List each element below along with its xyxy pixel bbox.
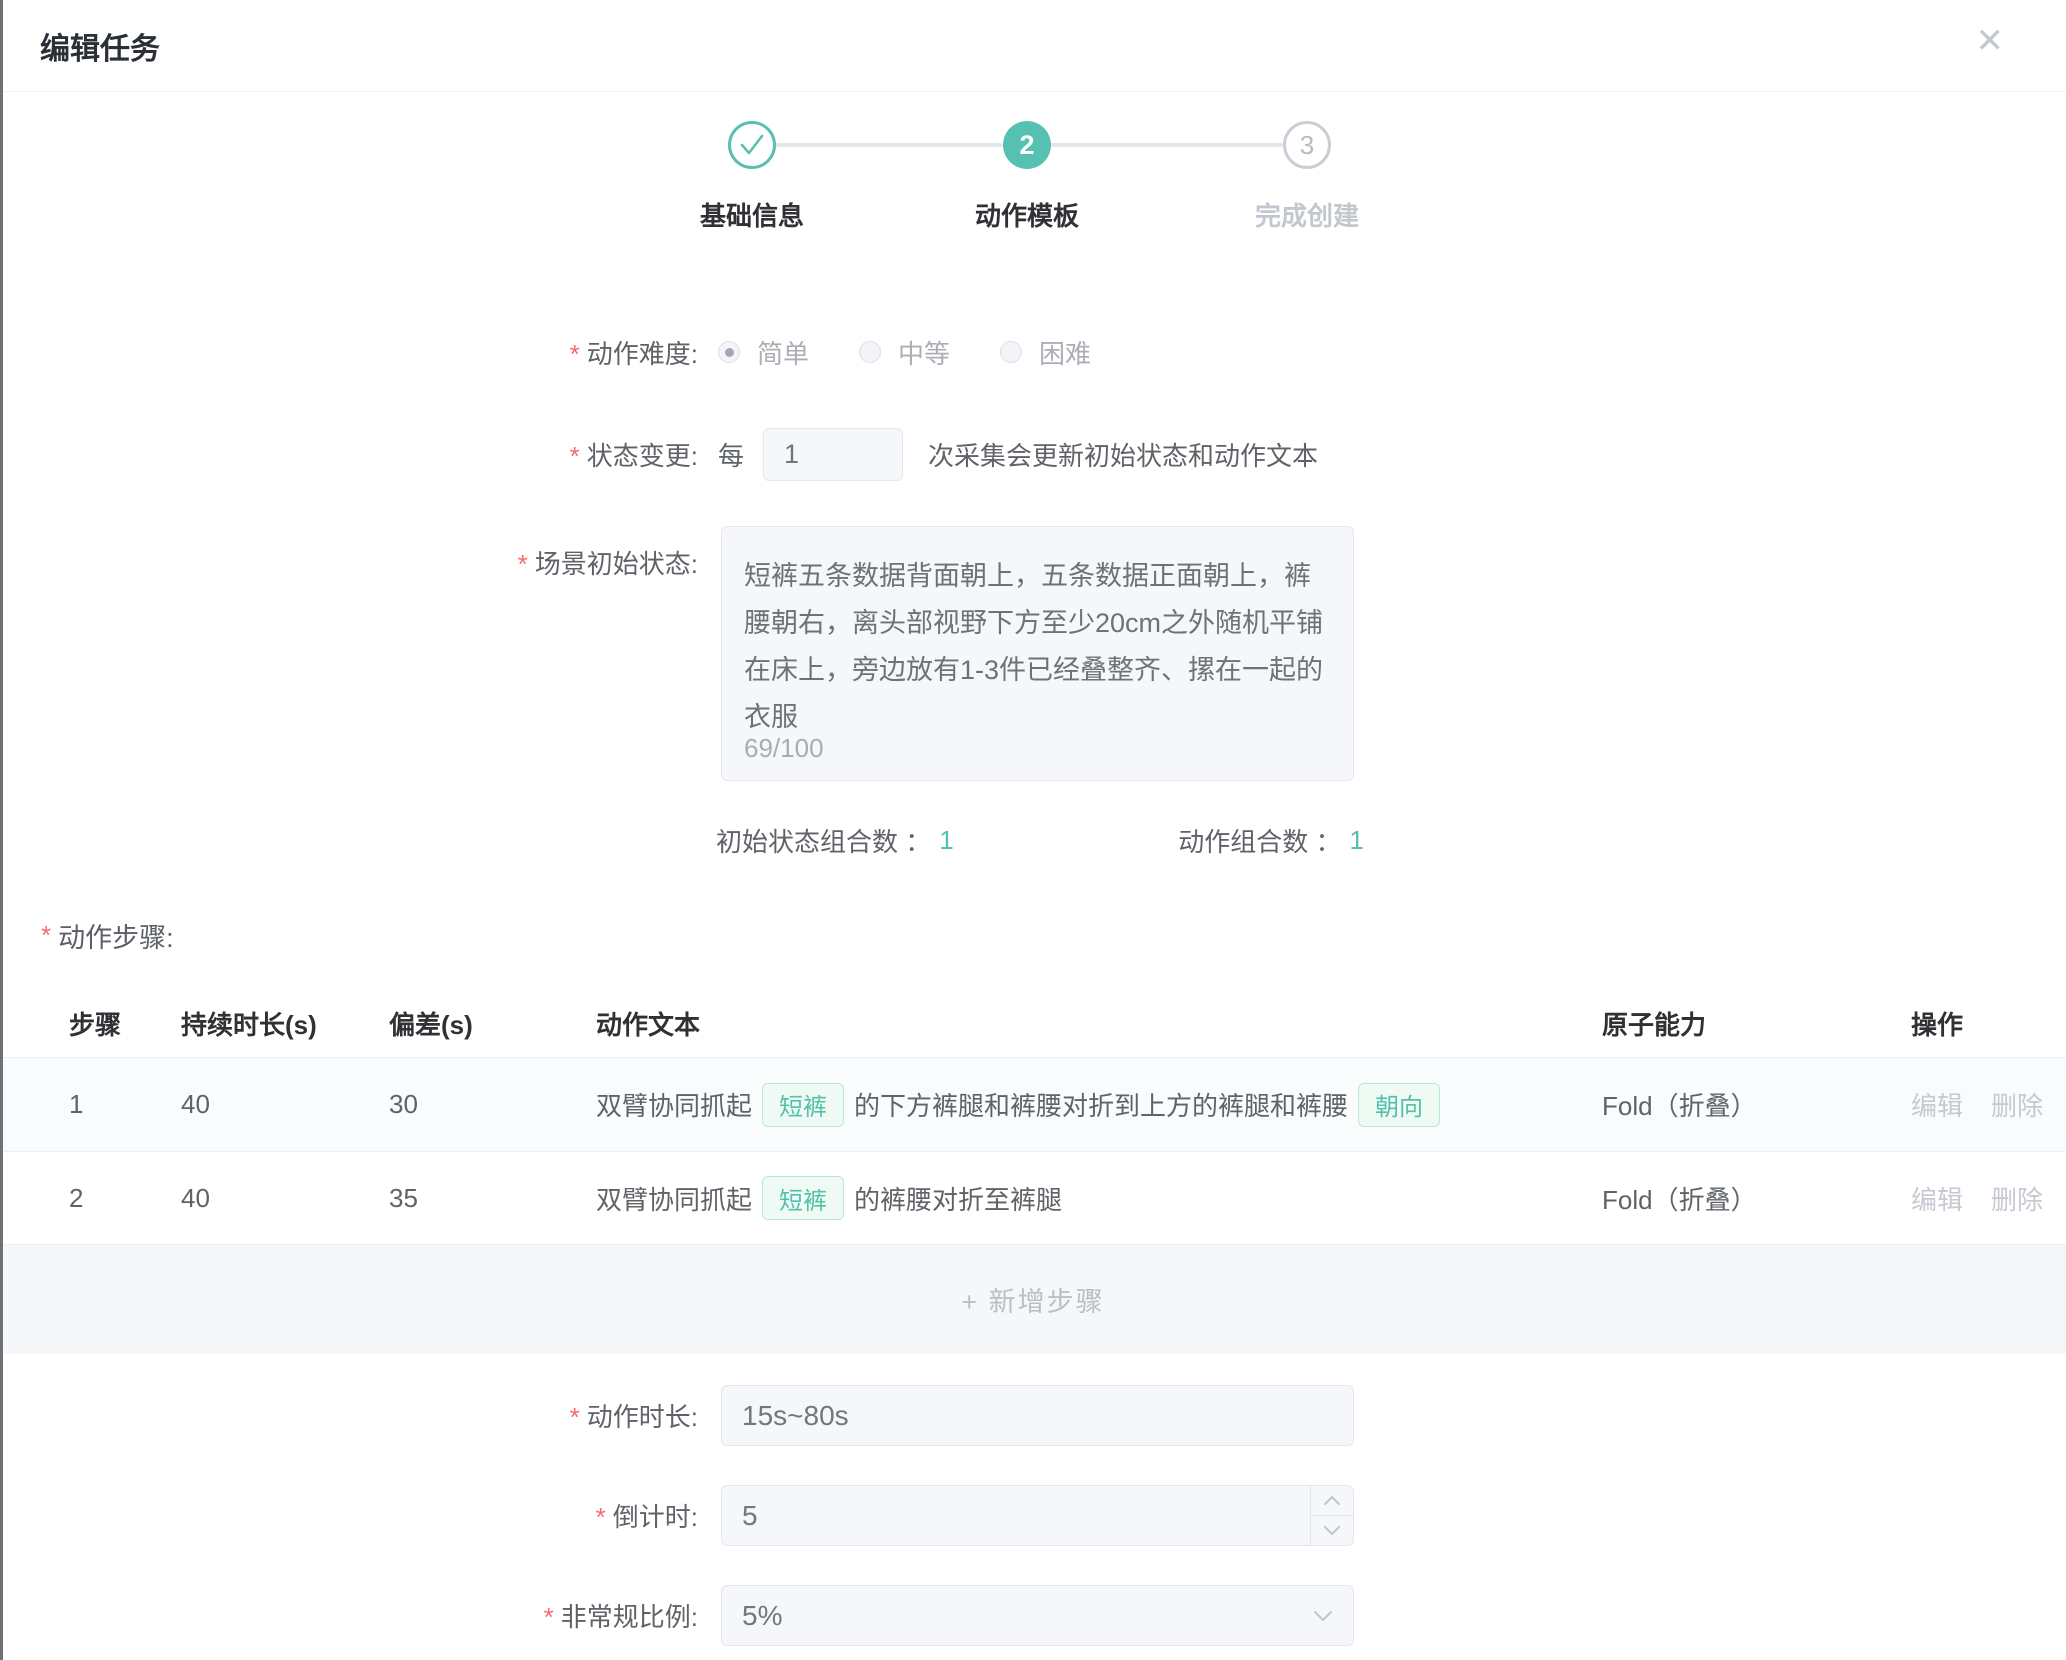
row1-action-text: 双臂协同抓起 短裤 的下方裤腿和裤腰对折到上方的裤腿和裤腰 朝向 [596,1083,1602,1127]
row1-ability: Fold（折叠） [1602,1086,1911,1123]
edit-link[interactable]: 编辑 [1911,1180,1963,1217]
header-text: 动作文本 [596,1005,1602,1042]
action-steps-section-label: *动作步骤: [0,915,2066,955]
object-tag: 短裤 [762,1083,844,1127]
spinner-down-button[interactable] [1311,1516,1353,1545]
required-mark: * [544,1602,554,1632]
chevron-down-icon [1324,1526,1340,1535]
step-connector-2 [1051,143,1283,147]
unusual-ratio-value: 5% [742,1600,782,1632]
required-mark: * [570,441,580,471]
combo-counts-row: 初始状态组合数 ： 1 动作组合数 ： 1 [716,822,1364,858]
initial-state-text: 短裤五条数据背面朝上，五条数据正面朝上，裤腰朝右，离头部视野下方至少20cm之外… [744,553,1331,741]
table-row: 1 40 30 双臂协同抓起 短裤 的下方裤腿和裤腰对折到上方的裤腿和裤腰 朝向… [0,1058,2066,1152]
radio-selected-icon [718,341,740,363]
required-mark: * [596,1502,606,1532]
step1-label: 基础信息 [672,196,832,233]
state-change-row: *状态变更: 每 1 次采集会更新初始状态和动作文本 [0,428,2066,481]
state-change-label: *状态变更: [0,436,698,473]
step2-circle: 2 [1003,121,1051,169]
radio-option-easy[interactable]: 简单 [718,334,809,371]
step2-number: 2 [1019,130,1034,161]
step3-circle: 3 [1283,121,1331,169]
action-combo-count: 动作组合数 ： 1 [1178,822,1364,859]
action-steps-table: 步骤 持续时长(s) 偏差(s) 动作文本 原子能力 操作 1 40 30 双臂… [0,990,2066,1354]
table-row: 2 40 35 双臂协同抓起 短裤 的裤腰对折至裤腿 Fold（折叠） 编辑 删… [0,1152,2066,1245]
row2-deviation: 35 [389,1183,596,1214]
chevron-down-icon [1313,1610,1333,1622]
state-change-suffix: 次采集会更新初始状态和动作文本 [928,436,1318,473]
edit-link[interactable]: 编辑 [1911,1086,1963,1123]
action-duration-row: *动作时长: 15s~80s [0,1385,2066,1446]
countdown-label: *倒计时: [0,1497,698,1534]
header-duration: 持续时长(s) [181,1005,389,1042]
row1-deviation: 30 [389,1089,596,1120]
chevron-up-icon [1324,1496,1340,1505]
difficulty-label: *动作难度: [0,334,698,371]
char-counter: 69/100 [744,733,824,764]
state-change-input[interactable]: 1 [763,428,903,481]
orientation-tag: 朝向 [1358,1083,1440,1127]
modal-left-edge [0,0,3,1660]
countdown-value: 5 [742,1500,758,1532]
state-change-control: 每 1 次采集会更新初始状态和动作文本 [718,428,1318,481]
action-duration-input[interactable]: 15s~80s [721,1385,1354,1446]
step3-label: 完成创建 [1227,196,1387,233]
header-ability: 原子能力 [1602,1005,1911,1042]
step-connector-1 [776,143,1003,147]
initial-combo-value: 1 [939,825,953,856]
add-step-button[interactable]: + 新增步骤 [961,1280,1104,1319]
header-step: 步骤 [69,1005,181,1042]
table-header-row: 步骤 持续时长(s) 偏差(s) 动作文本 原子能力 操作 [0,990,2066,1058]
number-spinner [1310,1486,1353,1545]
dialog-header: 编辑任务 ✕ [0,0,2066,92]
row2-duration: 40 [181,1183,389,1214]
countdown-row: *倒计时: 5 [0,1485,2066,1546]
required-mark: * [518,549,528,579]
unusual-ratio-row: *非常规比例: 5% [0,1585,2066,1646]
close-icon[interactable]: ✕ [1976,24,2005,58]
radio-icon [859,341,881,363]
difficulty-radio-group: 简单 中等 困难 [718,334,1141,371]
initial-state-textarea[interactable]: 短裤五条数据背面朝上，五条数据正面朝上，裤腰朝右，离头部视野下方至少20cm之外… [721,526,1354,781]
required-mark: * [570,1402,580,1432]
object-tag: 短裤 [762,1176,844,1220]
radio-option-hard[interactable]: 困难 [1000,334,1091,371]
required-mark: * [41,920,51,951]
dialog-title: 编辑任务 [40,24,160,68]
check-icon [738,133,766,157]
action-duration-label: *动作时长: [0,1397,698,1434]
row2-operations: 编辑 删除 [1911,1180,2066,1217]
initial-state-label: *场景初始状态: [0,526,698,581]
delete-link[interactable]: 删除 [1991,1086,2043,1123]
row2-step: 2 [69,1183,181,1214]
required-mark: * [570,339,580,369]
state-change-prefix: 每 [718,436,744,473]
row1-duration: 40 [181,1089,389,1120]
delete-link[interactable]: 删除 [1991,1180,2043,1217]
initial-state-row: *场景初始状态: 短裤五条数据背面朝上，五条数据正面朝上，裤腰朝右，离头部视野下… [0,526,2066,781]
header-deviation: 偏差(s) [389,1005,596,1042]
action-combo-value: 1 [1350,825,1364,856]
spinner-up-button[interactable] [1311,1486,1353,1516]
row2-action-text: 双臂协同抓起 短裤 的裤腰对折至裤腿 [596,1176,1602,1220]
stepper: 2 3 基础信息 动作模板 完成创建 [0,92,2066,242]
radio-icon [1000,341,1022,363]
step3-number: 3 [1300,130,1314,161]
step2-label: 动作模板 [947,196,1107,233]
step1-circle [728,121,776,169]
radio-option-medium[interactable]: 中等 [859,334,950,371]
initial-combo-count: 初始状态组合数 ： 1 [716,822,954,859]
row1-operations: 编辑 删除 [1911,1086,2066,1123]
unusual-ratio-select[interactable]: 5% [721,1585,1354,1646]
header-operations: 操作 [1911,1005,2066,1042]
row1-step: 1 [69,1089,181,1120]
countdown-input[interactable]: 5 [721,1485,1354,1546]
row2-ability: Fold（折叠） [1602,1180,1911,1217]
table-footer: + 新增步骤 [0,1245,2066,1354]
difficulty-row: *动作难度: 简单 中等 困难 [0,332,2066,372]
unusual-ratio-label: *非常规比例: [0,1597,698,1634]
